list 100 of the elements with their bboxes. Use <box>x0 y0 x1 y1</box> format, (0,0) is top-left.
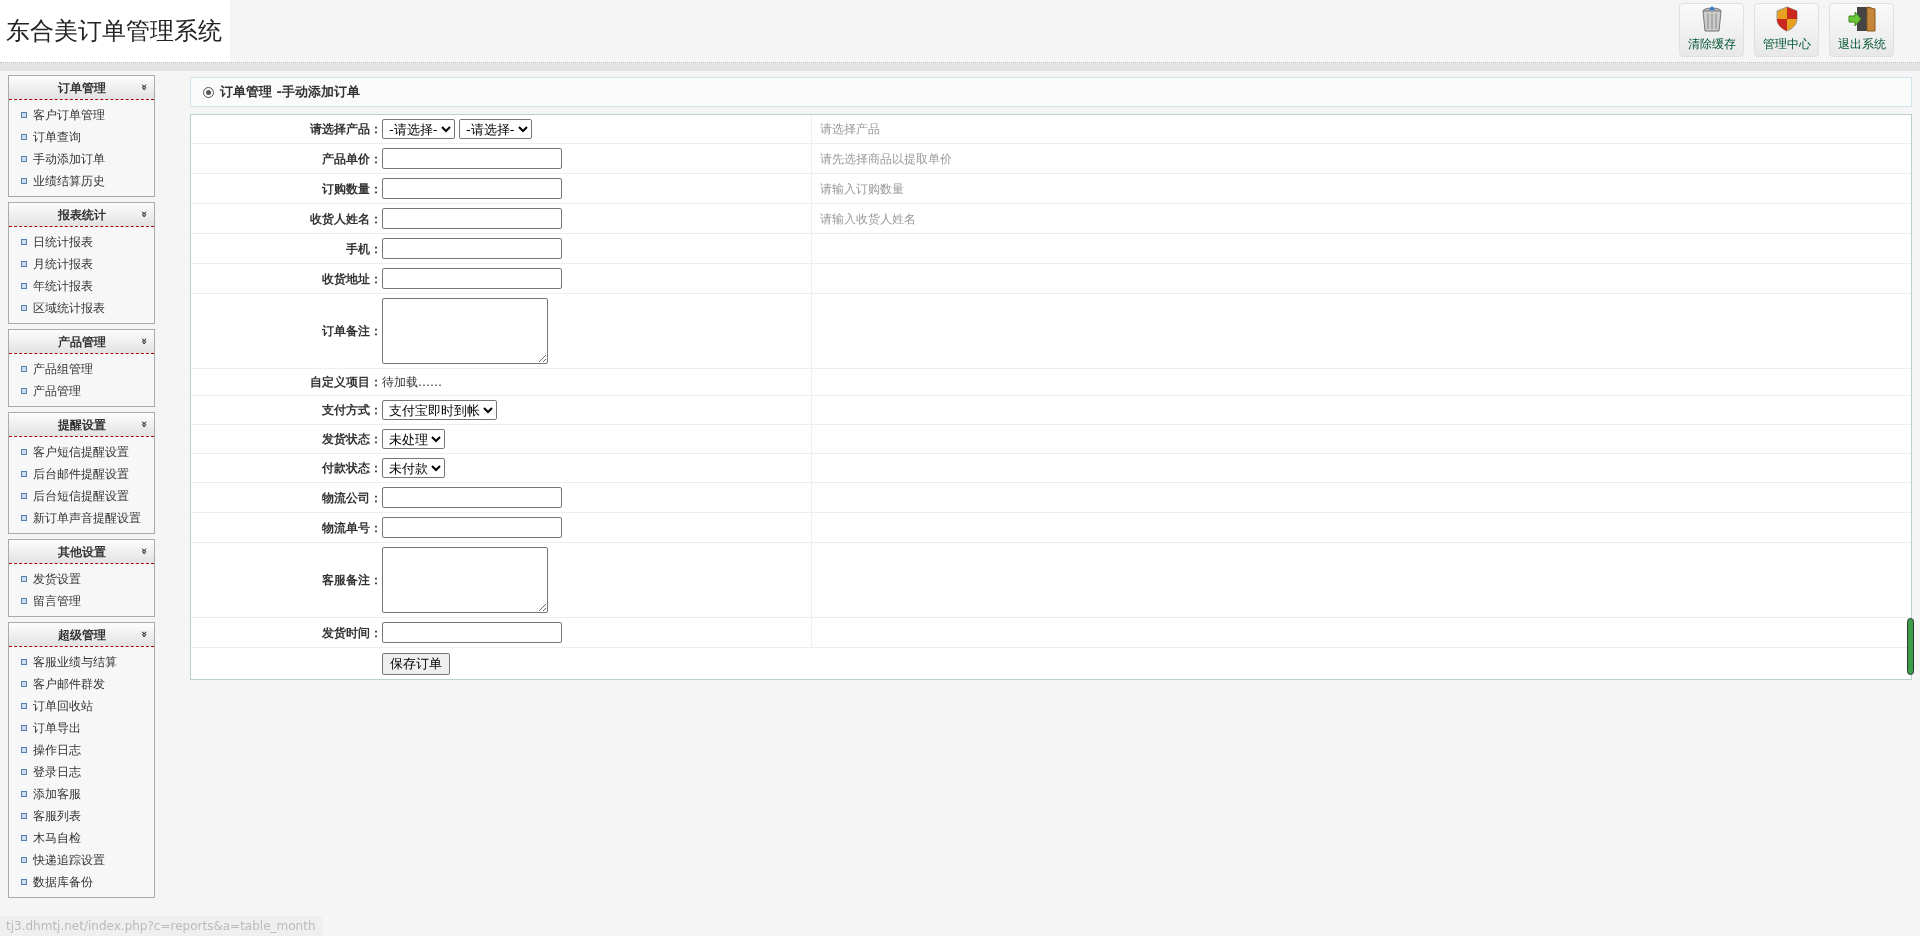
collapse-toggle[interactable]: » <box>135 547 152 556</box>
collapse-toggle[interactable]: » <box>135 630 152 639</box>
nav-item[interactable]: 木马自检 <box>9 827 154 849</box>
bullet-icon <box>21 471 27 477</box>
text-input-field[interactable] <box>382 517 562 538</box>
section-title: 其他设置 <box>57 543 106 561</box>
toolbar-button[interactable]: 管理中心 <box>1754 3 1819 57</box>
dropdown-select[interactable]: -请选择- <box>382 119 455 139</box>
nav-item[interactable]: 年统计报表 <box>9 275 154 297</box>
nav-item[interactable]: 客户邮件群发 <box>9 673 154 695</box>
collapse-toggle[interactable]: » <box>135 210 152 219</box>
dropdown-select[interactable]: 未付款 <box>382 458 445 478</box>
field-label: 物流公司： <box>322 489 382 507</box>
nav-item[interactable]: 快递追踪设置 <box>9 849 154 871</box>
bullet-icon <box>21 134 27 140</box>
bullet-icon <box>21 366 27 372</box>
text-input-field[interactable] <box>382 622 562 643</box>
field-label: 订单备注： <box>322 323 382 340</box>
bullet-icon <box>21 725 27 731</box>
text-input-field[interactable] <box>382 208 562 229</box>
field-label: 付款状态： <box>322 460 382 477</box>
bullet-icon <box>21 659 27 665</box>
nav-item[interactable]: 客服业绩与结算 <box>9 651 154 673</box>
page-title: 订单管理 -手动添加订单 <box>220 83 360 102</box>
field-label: 收货地址： <box>322 270 382 288</box>
bullet-icon <box>21 305 27 311</box>
scrollbar-thumb-icon <box>1907 618 1914 675</box>
nav-item[interactable]: 订单查询 <box>9 126 154 148</box>
bullet-icon <box>21 261 27 267</box>
section-title: 订单管理 <box>57 79 106 97</box>
field-label: 支付方式： <box>322 402 382 419</box>
text-input-field[interactable] <box>382 487 562 508</box>
section-header[interactable]: 提醒设置 » <box>9 413 154 437</box>
nav-item[interactable]: 客户短信提醒设置 <box>9 441 154 463</box>
section-header[interactable]: 订单管理 » <box>9 76 154 100</box>
collapse-toggle[interactable]: » <box>135 83 152 92</box>
nav-item[interactable]: 客服列表 <box>9 805 154 827</box>
loading-text: 待加载…… <box>382 374 442 391</box>
bullet-icon <box>21 239 27 245</box>
text-input-field[interactable] <box>382 178 562 199</box>
collapse-toggle[interactable]: » <box>135 337 152 346</box>
field-label: 手机： <box>346 240 382 258</box>
text-input-field[interactable] <box>382 148 562 169</box>
section-header[interactable]: 报表统计 » <box>9 203 154 227</box>
nav-item[interactable]: 产品管理 <box>9 380 154 402</box>
nav-item[interactable]: 数据库备份 <box>9 871 154 893</box>
nav-item[interactable]: 新订单声音提醒设置 <box>9 507 154 529</box>
nav-item[interactable]: 留言管理 <box>9 590 154 612</box>
field-label: 发货状态： <box>322 431 382 448</box>
bullet-icon <box>21 112 27 118</box>
dropdown-select[interactable]: 支付宝即时到帐 <box>382 400 497 420</box>
bullet-icon <box>21 813 27 819</box>
nav-item[interactable]: 客户订单管理 <box>9 104 154 126</box>
dropdown-select[interactable]: 未处理 <box>382 429 445 449</box>
nav-item[interactable]: 添加客服 <box>9 783 154 805</box>
section-header[interactable]: 超级管理 » <box>9 623 154 647</box>
nav-item[interactable]: 订单导出 <box>9 717 154 739</box>
bullet-icon <box>21 835 27 841</box>
section-header[interactable]: 产品管理 » <box>9 330 154 354</box>
nav-item[interactable]: 日统计报表 <box>9 231 154 253</box>
bullet-icon <box>21 178 27 184</box>
bullet-icon <box>21 747 27 753</box>
bullet-icon <box>21 879 27 885</box>
save-order-button[interactable]: 保存订单 <box>382 652 450 675</box>
text-input-field[interactable] <box>382 238 562 259</box>
nav-item[interactable]: 月统计报表 <box>9 253 154 275</box>
nav-item[interactable]: 操作日志 <box>9 739 154 761</box>
toolbar-button[interactable]: 清除缓存 <box>1679 3 1744 57</box>
field-hint: 请选择产品 <box>820 121 880 138</box>
section-title: 超级管理 <box>57 626 106 644</box>
nav-item[interactable]: 业绩结算历史 <box>9 170 154 192</box>
collapse-toggle[interactable]: » <box>135 420 152 429</box>
textarea-field[interactable] <box>382 298 548 364</box>
field-label: 产品单价： <box>322 150 382 168</box>
bullet-icon <box>21 681 27 687</box>
bullet-icon <box>21 857 27 863</box>
nav-item[interactable]: 后台短信提醒设置 <box>9 485 154 507</box>
door-exit-icon <box>1846 5 1877 33</box>
nav-item[interactable]: 订单回收站 <box>9 695 154 717</box>
nav-item[interactable]: 手动添加订单 <box>9 148 154 170</box>
bullet-icon <box>21 769 27 775</box>
bullet-icon <box>21 449 27 455</box>
bullet-icon <box>21 703 27 709</box>
nav-item[interactable]: 发货设置 <box>9 568 154 590</box>
field-label: 物流单号： <box>322 519 382 537</box>
dropdown-select[interactable]: -请选择- <box>459 119 532 139</box>
field-label: 请选择产品： <box>310 121 382 138</box>
field-label: 客服备注： <box>322 572 382 589</box>
field-hint: 请输入收货人姓名 <box>820 210 916 228</box>
nav-item[interactable]: 登录日志 <box>9 761 154 783</box>
text-input-field[interactable] <box>382 268 562 289</box>
bullet-icon <box>21 515 27 521</box>
field-label: 发货时间： <box>322 624 382 642</box>
toolbar-button[interactable]: 退出系统 <box>1829 3 1894 57</box>
textarea-field[interactable] <box>382 547 548 613</box>
nav-item[interactable]: 产品组管理 <box>9 358 154 380</box>
nav-item[interactable]: 后台邮件提醒设置 <box>9 463 154 485</box>
nav-item[interactable]: 区域统计报表 <box>9 297 154 319</box>
section-header[interactable]: 其他设置 » <box>9 540 154 564</box>
bullet-icon <box>21 156 27 162</box>
